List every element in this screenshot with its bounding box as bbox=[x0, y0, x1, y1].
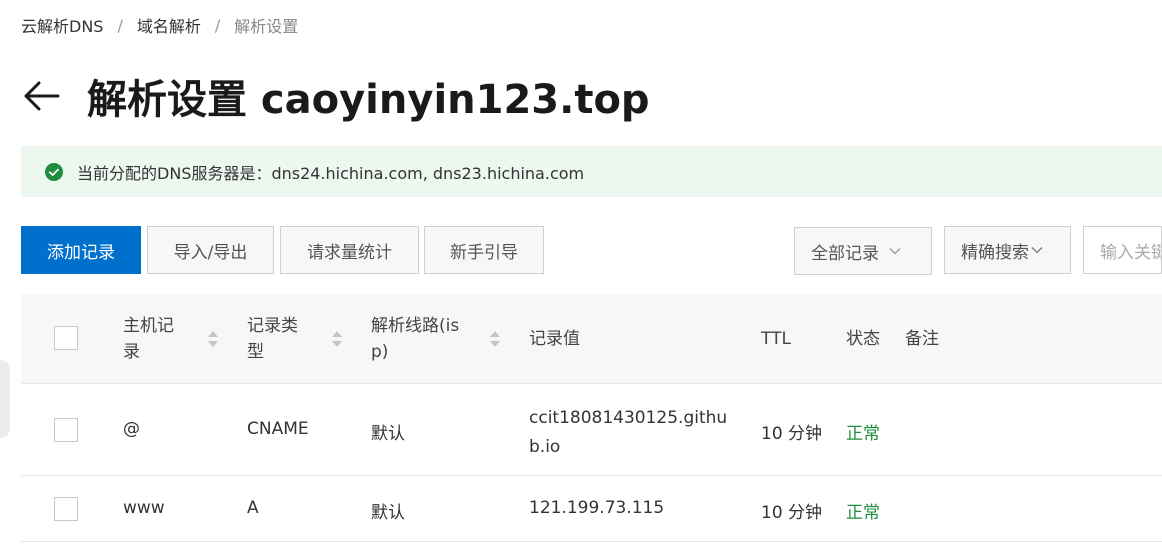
breadcrumb-item-dns[interactable]: 云解析DNS bbox=[21, 13, 103, 37]
select-all-checkbox[interactable] bbox=[54, 326, 78, 350]
column-header-status: 状态 bbox=[846, 329, 880, 349]
sort-icon[interactable] bbox=[207, 329, 219, 349]
breadcrumb: 云解析DNS / 域名解析 / 解析设置 bbox=[21, 13, 298, 37]
search-mode-select[interactable]: 精确搜索 bbox=[944, 226, 1071, 274]
record-filter-select[interactable]: 全部记录 bbox=[794, 227, 932, 275]
breadcrumb-item-current: 解析设置 bbox=[234, 17, 299, 36]
status-badge: 正常 bbox=[846, 503, 880, 523]
breadcrumb-separator: / bbox=[214, 15, 221, 35]
chevron-down-icon bbox=[1031, 247, 1043, 254]
column-header-remark: 备注 bbox=[905, 329, 939, 349]
table-header: 主机记录 记录类型 解析线路(isp) 记录值 TTL 状态 备注 bbox=[21, 294, 1162, 384]
cell-ttl: 10 分钟 bbox=[761, 503, 823, 523]
cell-value: 121.199.73.115 bbox=[529, 498, 665, 518]
breadcrumb-separator: / bbox=[117, 15, 123, 35]
page-header: 解析设置 caoyinyin123.top bbox=[21, 66, 650, 126]
chevron-down-icon bbox=[889, 248, 901, 255]
import-export-button[interactable]: 导入/导出 bbox=[147, 226, 274, 274]
add-record-button[interactable]: 添加记录 bbox=[21, 226, 141, 274]
table-row: @ CNAME 默认 ccit18081430125.github.io 10 … bbox=[21, 384, 1162, 476]
cell-type: A bbox=[247, 498, 259, 518]
alert-text: 当前分配的DNS服务器是：dns24.hichina.com, dns23.hi… bbox=[77, 163, 585, 183]
column-header-value: 记录值 bbox=[529, 329, 580, 349]
cell-type: CNAME bbox=[247, 419, 309, 439]
page-title: 解析设置 caoyinyin123.top bbox=[87, 77, 650, 123]
row-checkbox[interactable] bbox=[54, 418, 78, 442]
beginner-guide-button[interactable]: 新手引导 bbox=[424, 226, 544, 274]
sort-icon[interactable] bbox=[489, 329, 501, 349]
row-checkbox[interactable] bbox=[54, 497, 78, 521]
status-badge: 正常 bbox=[846, 424, 880, 444]
dns-server-alert: 当前分配的DNS服务器是：dns24.hichina.com, dns23.hi… bbox=[21, 146, 1162, 197]
table-row: www A 默认 121.199.73.115 10 分钟 正常 bbox=[21, 476, 1162, 542]
column-header-host[interactable]: 主机记录 bbox=[123, 313, 185, 365]
column-header-line[interactable]: 解析线路(isp) bbox=[371, 313, 471, 365]
side-panel-toggle[interactable] bbox=[0, 360, 10, 438]
search-placeholder: 输入关键字 bbox=[1100, 242, 1161, 263]
check-circle-icon bbox=[45, 162, 63, 181]
request-stats-button[interactable]: 请求量统计 bbox=[280, 226, 419, 274]
record-filter-value: 全部记录 bbox=[811, 243, 879, 264]
sort-icon[interactable] bbox=[331, 329, 343, 349]
cell-ttl: 10 分钟 bbox=[761, 424, 823, 444]
cell-line: 默认 bbox=[371, 424, 405, 444]
search-mode-value: 精确搜索 bbox=[961, 242, 1029, 263]
breadcrumb-item-domains[interactable]: 域名解析 bbox=[137, 13, 201, 37]
cell-value: ccit18081430125.github.io bbox=[529, 408, 728, 457]
cell-host: @ bbox=[123, 419, 140, 439]
column-header-ttl: TTL bbox=[761, 329, 791, 349]
cell-host: www bbox=[123, 498, 165, 518]
back-button[interactable] bbox=[21, 76, 61, 116]
cell-line: 默认 bbox=[371, 503, 405, 523]
column-header-type[interactable]: 记录类型 bbox=[247, 313, 309, 365]
search-input[interactable]: 输入关键字 bbox=[1083, 226, 1162, 274]
arrow-left-icon bbox=[24, 81, 60, 111]
